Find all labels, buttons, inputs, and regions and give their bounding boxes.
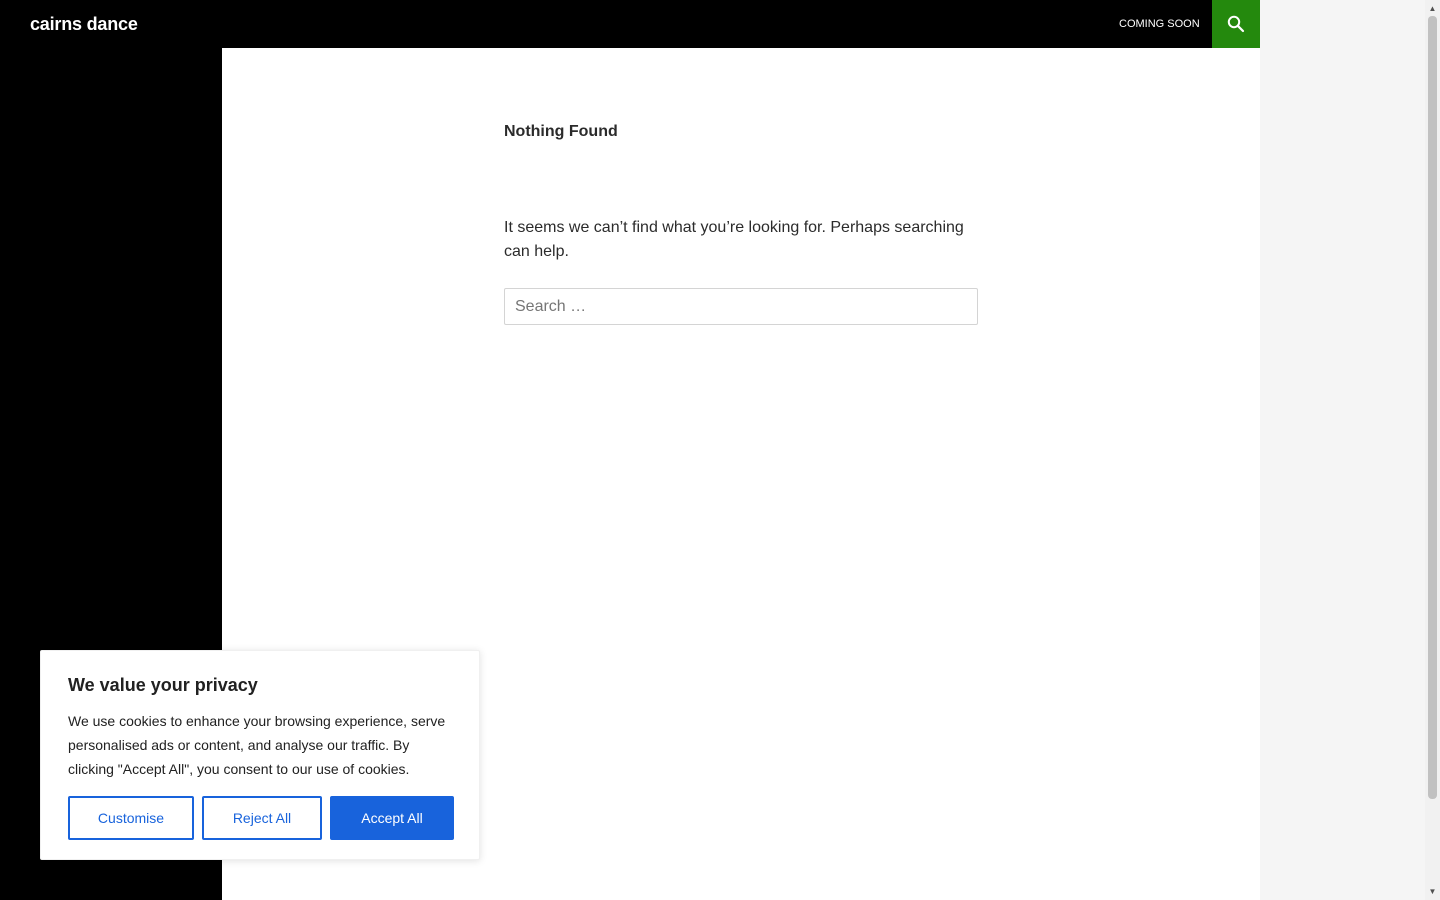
search-icon: [1227, 15, 1245, 33]
search-toggle-button[interactable]: [1212, 0, 1260, 48]
cookie-button-group: Customise Reject All Accept All: [68, 796, 454, 840]
customise-button[interactable]: Customise: [68, 796, 194, 840]
not-found-section: Nothing Found It seems we can’t find wha…: [504, 120, 978, 325]
cookie-banner-title: We value your privacy: [68, 675, 258, 695]
scroll-thumb[interactable]: [1428, 16, 1437, 799]
not-found-message: It seems we can’t find what you’re looki…: [504, 219, 964, 260]
primary-nav: COMING SOON: [1107, 0, 1212, 48]
cookie-consent-banner: We value your privacy We use cookies to …: [40, 650, 480, 860]
site-title[interactable]: cairns dance: [30, 12, 138, 36]
cookie-banner-text: We use cookies to enhance your browsing …: [68, 713, 446, 777]
page-title: Nothing Found: [504, 123, 618, 140]
search-input[interactable]: [504, 288, 978, 325]
scroll-up-icon[interactable]: ▲: [1428, 4, 1437, 13]
scrollbar[interactable]: ▲ ▼: [1425, 0, 1440, 900]
reject-all-button[interactable]: Reject All: [202, 796, 322, 840]
site-header: cairns dance COMING SOON: [0, 0, 1260, 48]
accept-all-button[interactable]: Accept All: [330, 796, 454, 840]
nav-item-coming-soon[interactable]: COMING SOON: [1107, 0, 1212, 48]
scroll-down-icon[interactable]: ▼: [1428, 887, 1437, 896]
